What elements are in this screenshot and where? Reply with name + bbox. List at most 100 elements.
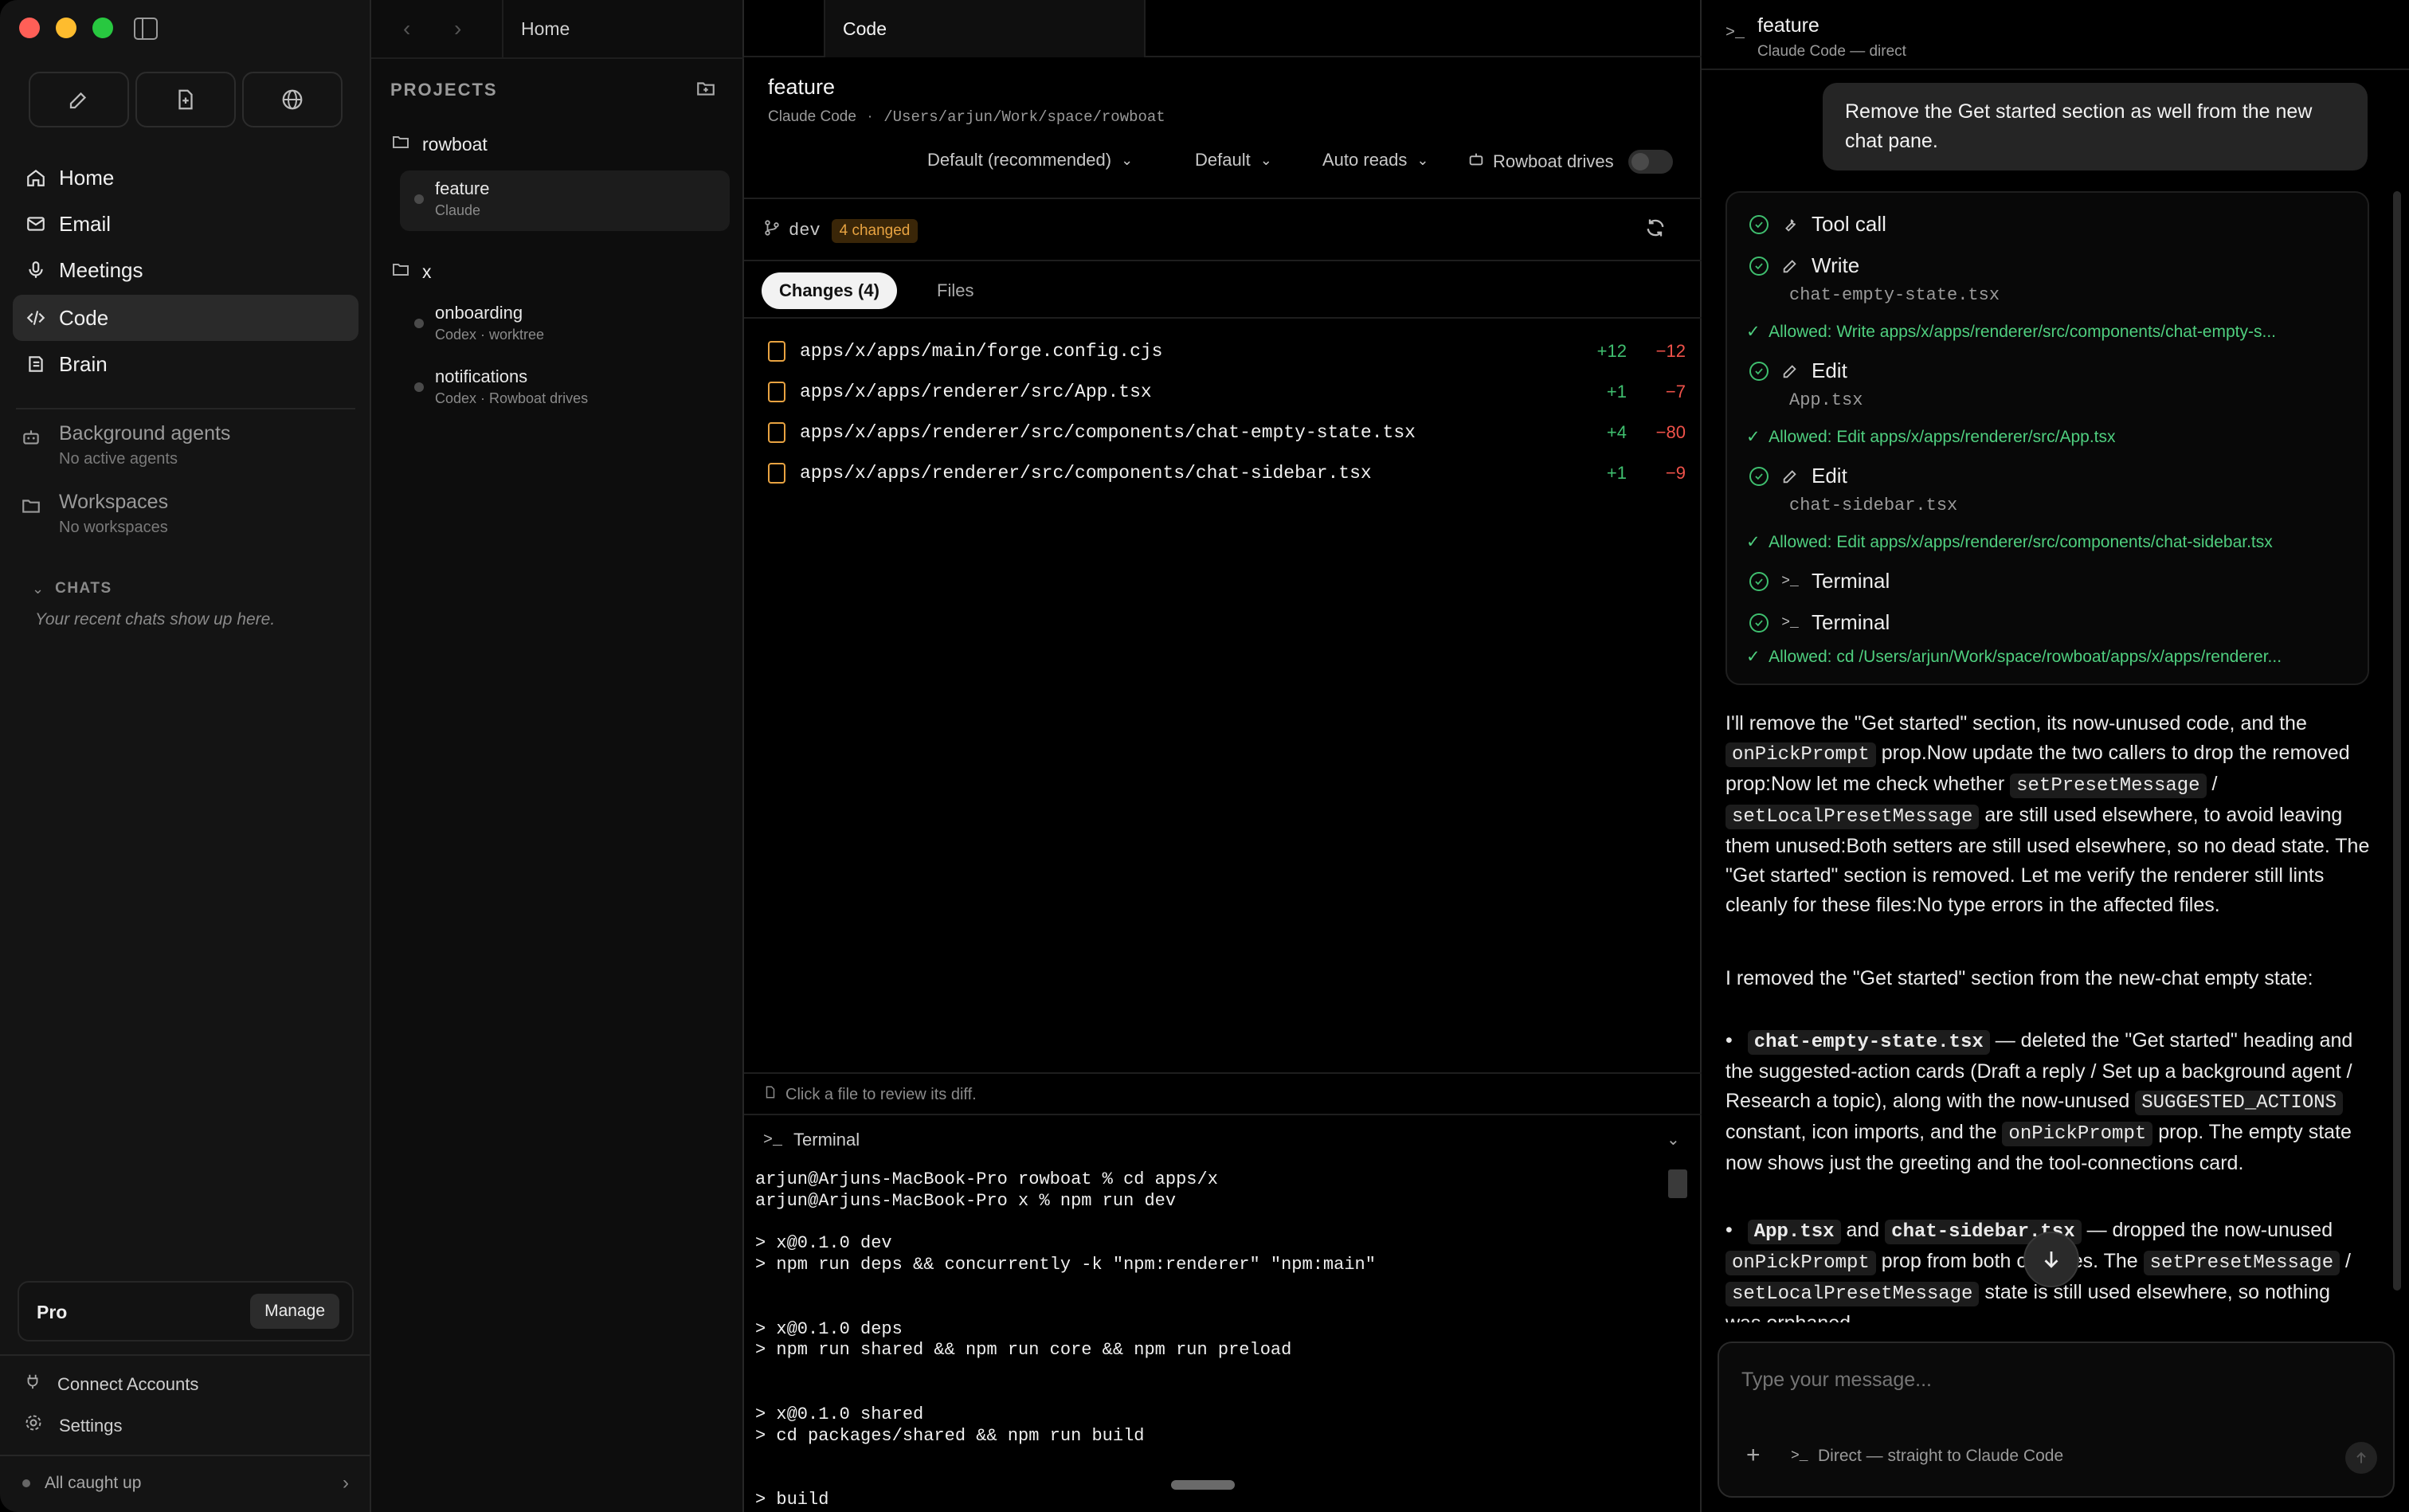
worktree-onboarding[interactable]: onboarding Codex · worktree xyxy=(400,295,730,355)
chat-scrollbar[interactable] xyxy=(2393,191,2401,1291)
sidebar-item-home[interactable]: Home xyxy=(13,155,358,201)
deletions-count: −9 xyxy=(1665,463,1686,483)
chevron-down-icon: ⌄ xyxy=(1416,151,1429,168)
background-agents-sub: No active agents xyxy=(59,450,178,468)
session-agent: Claude Code xyxy=(768,108,856,125)
workspaces-section[interactable]: Workspaces No workspaces xyxy=(21,491,168,537)
status-bar[interactable]: All caught up › xyxy=(22,1472,349,1494)
session-path: /Users/arjun/Work/space/rowboat xyxy=(883,108,1165,126)
sidebar-item-code[interactable]: Code xyxy=(13,295,358,341)
home-icon xyxy=(24,166,48,190)
text-span: / xyxy=(2345,1250,2351,1272)
inline-code: App.tsx xyxy=(1747,1220,1841,1244)
tool-edit-item[interactable]: Edit xyxy=(1749,358,1847,383)
tool-edit-item[interactable]: Edit xyxy=(1749,464,1847,488)
new-note-button[interactable] xyxy=(29,72,129,127)
browser-button[interactable] xyxy=(242,72,343,127)
background-agents-section[interactable]: Background agents No active agents xyxy=(21,422,230,468)
changed-file-row[interactable]: apps/x/apps/renderer/src/components/chat… xyxy=(768,453,1686,493)
terminal-line: > build xyxy=(755,1490,829,1510)
plus-icon[interactable]: + xyxy=(1746,1442,1761,1469)
mode-select[interactable]: Default ⌄ xyxy=(1195,150,1272,170)
tab-code[interactable]: Code xyxy=(824,0,1146,57)
changed-file-row[interactable]: apps/x/apps/main/forge.config.cjs +12 −12 xyxy=(768,331,1686,371)
terminal-icon: >_ xyxy=(1725,24,1745,42)
divider xyxy=(16,408,355,409)
manage-button[interactable]: Manage xyxy=(250,1294,339,1329)
projects-title: PROJECTS xyxy=(390,80,498,100)
forward-arrow-icon[interactable]: › xyxy=(454,16,461,41)
sidebar-item-email[interactable]: Email xyxy=(13,201,358,247)
inline-code: setLocalPresetMessage xyxy=(1725,805,1980,829)
terminal-icon: >_ xyxy=(1781,614,1799,631)
terminal-scrollbar[interactable] xyxy=(1668,1169,1687,1198)
tool-write-item[interactable]: Write xyxy=(1749,253,1859,278)
divider xyxy=(744,317,1702,319)
inline-code: setPresetMessage xyxy=(2010,774,2207,798)
scroll-to-bottom-button[interactable] xyxy=(2023,1232,2079,1287)
chevron-down-icon: ⌄ xyxy=(32,580,45,597)
worktree-feature[interactable]: feature Claude xyxy=(400,170,730,231)
file-path: apps/x/apps/renderer/src/components/chat… xyxy=(800,463,1372,484)
check-circle-icon xyxy=(1749,214,1769,234)
message-composer[interactable]: + >_ Direct — straight to Claude Code xyxy=(1718,1342,2395,1498)
tool-call-item[interactable]: Tool call xyxy=(1749,212,1886,237)
tab-files[interactable]: Files xyxy=(922,272,988,309)
worktree-notifications[interactable]: notifications Codex · Rowboat drives xyxy=(400,358,730,419)
new-file-button[interactable] xyxy=(135,72,236,127)
terminal-title: Terminal xyxy=(793,1130,860,1150)
changed-file-row[interactable]: apps/x/apps/renderer/src/components/chat… xyxy=(768,413,1686,452)
tool-allowed-text: ✓ Allowed: Edit apps/x/apps/renderer/src… xyxy=(1746,533,2273,551)
check-circle-icon xyxy=(1749,256,1769,276)
additions-count: +12 xyxy=(1596,341,1627,361)
terminal-icon: >_ xyxy=(1791,1448,1808,1464)
user-message-bubble: Remove the Get started section as well f… xyxy=(1823,83,2368,170)
chats-header[interactable]: ⌄ CHATS xyxy=(32,580,112,597)
sidebar-item-brain[interactable]: Brain xyxy=(13,341,358,387)
sidebar-item-meetings[interactable]: Meetings xyxy=(13,247,358,293)
terminal-line: arjun@Arjuns-MacBook-Pro rowboat % cd ap… xyxy=(755,1169,1218,1189)
inline-code: onPickPrompt xyxy=(2002,1122,2153,1146)
pencil-icon xyxy=(1780,257,1800,275)
tool-terminal-item[interactable]: >_ Terminal xyxy=(1749,569,1890,593)
connect-accounts-item[interactable]: Connect Accounts xyxy=(24,1372,198,1396)
tab-home[interactable]: Home xyxy=(502,0,824,57)
project-rowboat[interactable]: rowboat xyxy=(390,132,488,157)
reads-label: Auto reads xyxy=(1322,150,1408,170)
check-circle-icon xyxy=(1749,613,1769,633)
chevron-right-icon: › xyxy=(343,1472,349,1494)
maximize-window-button[interactable] xyxy=(92,18,113,38)
add-folder-icon[interactable] xyxy=(695,78,717,104)
plug-icon xyxy=(24,1372,41,1396)
deletions-count: −7 xyxy=(1665,382,1686,402)
folder-icon xyxy=(21,491,46,537)
reads-select[interactable]: Auto reads ⌄ xyxy=(1322,150,1429,170)
back-arrow-icon[interactable]: ‹ xyxy=(403,16,410,41)
message-input[interactable] xyxy=(1741,1364,2363,1396)
tab-changes[interactable]: Changes (4) xyxy=(762,272,897,309)
hint-text: Click a file to review its diff. xyxy=(785,1086,977,1103)
tool-allowed-text: ✓ Allowed: Write apps/x/apps/renderer/sr… xyxy=(1746,323,2276,341)
resize-handle[interactable] xyxy=(1171,1480,1235,1490)
sidebar-toggle-icon[interactable] xyxy=(134,18,158,40)
changed-file-row[interactable]: apps/x/apps/renderer/src/App.tsx +1 −7 xyxy=(768,372,1686,412)
rowboat-drives-toggle[interactable]: Rowboat drives xyxy=(1467,150,1673,174)
status-dot xyxy=(414,382,424,392)
terminal-line: arjun@Arjuns-MacBook-Pro x % npm run dev xyxy=(755,1190,1177,1211)
minimize-window-button[interactable] xyxy=(56,18,76,38)
close-window-button[interactable] xyxy=(19,18,40,38)
settings-item[interactable]: Settings xyxy=(24,1413,123,1438)
tab-label: Files xyxy=(937,280,974,300)
send-button[interactable] xyxy=(2345,1442,2377,1474)
terminal-header[interactable]: >_ Terminal xyxy=(763,1130,860,1150)
model-select[interactable]: Default (recommended) ⌄ xyxy=(927,150,1133,170)
chat-title: feature xyxy=(1757,14,1819,37)
project-x[interactable]: x xyxy=(390,260,432,284)
refresh-icon[interactable] xyxy=(1644,217,1667,245)
worktree-name: notifications xyxy=(435,366,528,386)
chevron-down-icon[interactable]: ⌄ xyxy=(1667,1130,1680,1150)
toggle-switch[interactable] xyxy=(1628,150,1673,174)
compose-icon xyxy=(69,92,87,109)
tool-file: App.tsx xyxy=(1789,390,1863,410)
tool-terminal-item[interactable]: >_ Terminal xyxy=(1749,610,1890,635)
